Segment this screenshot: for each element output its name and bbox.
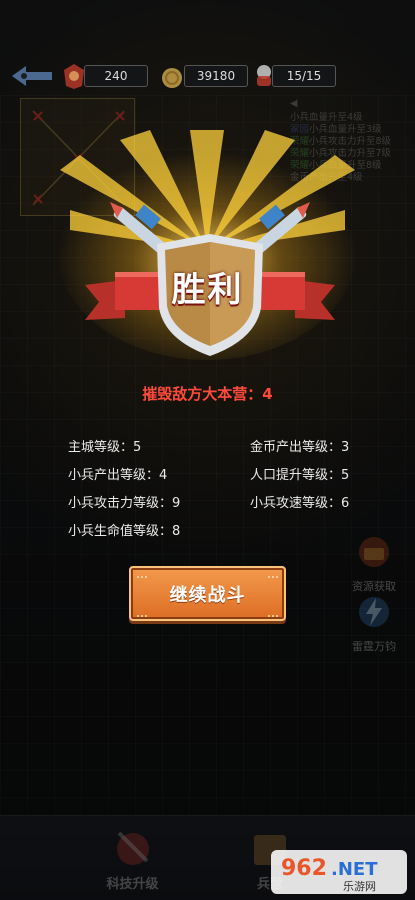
troops-counter: 240 xyxy=(84,65,148,87)
site-watermark: 962 .NET 乐游网 xyxy=(271,848,411,896)
gold-counter: 39180 xyxy=(184,65,248,87)
back-arrow-icon[interactable] xyxy=(10,64,54,88)
stat-main-city-level: 主城等级：5 xyxy=(68,440,142,455)
destroyed-bases-text: 摧毁敌方大本营：4 xyxy=(142,385,273,403)
gold-coin-icon xyxy=(162,68,182,88)
continue-battle-button[interactable]: 继续战斗 xyxy=(129,566,286,621)
population-counter: 15/15 xyxy=(272,65,336,87)
svg-text:962: 962 xyxy=(281,856,327,881)
stat-soldier-attack-speed-level: 小兵攻速等级：6 xyxy=(250,496,350,511)
stat-population-level: 人口提升等级：5 xyxy=(250,468,350,483)
troops-icon xyxy=(64,64,84,89)
stat-soldier-attack-level: 小兵攻击力等级：9 xyxy=(68,496,181,511)
svg-text:.NET: .NET xyxy=(331,859,378,880)
stat-soldier-output-level: 小兵产出等级：4 xyxy=(68,468,168,483)
victory-title: 胜利 xyxy=(171,270,244,310)
stat-gold-output-level: 金币产出等级：3 xyxy=(250,440,350,455)
svg-text:乐游网: 乐游网 xyxy=(343,880,376,893)
top-resource-bar: 240 39180 15/15 xyxy=(0,62,415,92)
stat-soldier-hp-level: 小兵生命值等级：8 xyxy=(68,524,181,539)
